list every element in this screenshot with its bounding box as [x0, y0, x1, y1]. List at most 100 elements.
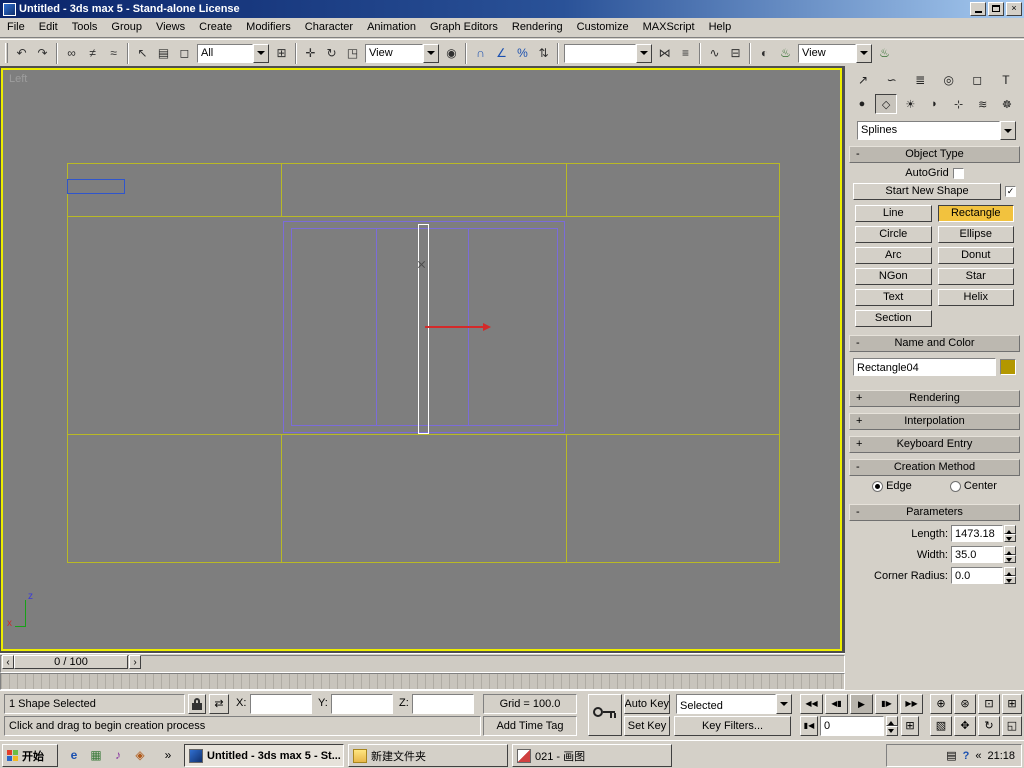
selection-region-icon[interactable]: ◻: [174, 43, 195, 64]
select-by-name-icon[interactable]: ▤: [153, 43, 174, 64]
menu-file[interactable]: File: [0, 18, 32, 37]
edge-radio[interactable]: [872, 481, 883, 492]
minimize-button[interactable]: [970, 2, 986, 16]
set-key-toggle-button[interactable]: [588, 694, 622, 736]
arc-button[interactable]: Arc: [855, 247, 932, 264]
select-and-link-icon[interactable]: ∞: [61, 43, 82, 64]
center-radio[interactable]: [950, 481, 961, 492]
menu-views[interactable]: Views: [149, 18, 192, 37]
task-3dsmax[interactable]: Untitled - 3ds max 5 - St...: [184, 744, 344, 767]
tab-motion-icon[interactable]: ◎: [937, 69, 961, 91]
task-paint[interactable]: 021 - 画图: [512, 744, 672, 767]
shape-category-value[interactable]: Splines: [857, 121, 1000, 140]
time-slider-prev-button[interactable]: ‹: [2, 655, 14, 669]
dropdown-arrow-icon[interactable]: [253, 44, 269, 63]
auto-key-button[interactable]: Auto Key: [624, 694, 670, 714]
menu-character[interactable]: Character: [298, 18, 360, 37]
tab-create-icon[interactable]: ↗: [851, 69, 875, 91]
zoom-extents-icon[interactable]: ⊡: [978, 694, 1000, 714]
task-folder[interactable]: 新建文件夹: [348, 744, 508, 767]
help-tray-icon[interactable]: ?: [963, 750, 970, 762]
rollout-object-type[interactable]: - Object Type: [849, 146, 1020, 163]
scene-line-vertical[interactable]: [566, 163, 567, 216]
scene-line-vertical[interactable]: [281, 434, 282, 563]
selected-rectangle04[interactable]: [418, 224, 429, 434]
quick-launch-overflow-chevron[interactable]: »: [158, 744, 178, 766]
line-button[interactable]: Line: [855, 205, 932, 222]
scene-line-horizontal-top[interactable]: [67, 216, 780, 217]
render-type-dropdown[interactable]: View: [798, 44, 872, 63]
shape-category-dropdown[interactable]: Splines: [857, 121, 1016, 140]
menu-animation[interactable]: Animation: [360, 18, 423, 37]
category-shapes-icon[interactable]: ◇: [875, 94, 897, 114]
align-icon[interactable]: ≡: [675, 43, 696, 64]
redo-button[interactable]: ↷: [32, 43, 53, 64]
key-mode-toggle-icon[interactable]: ⊞: [901, 716, 919, 736]
zoom-all-icon[interactable]: ⊛: [954, 694, 976, 714]
select-and-scale-icon[interactable]: ◳: [342, 43, 363, 64]
toolbar-grip[interactable]: [5, 43, 8, 63]
frame-spinner[interactable]: [886, 716, 898, 736]
track-view-icon[interactable]: ∿: [704, 43, 725, 64]
autogrid-checkbox[interactable]: [953, 168, 964, 179]
spinner-snap-icon[interactable]: ⇅: [533, 43, 554, 64]
dropdown-arrow-icon[interactable]: [776, 694, 792, 714]
angle-snap-icon[interactable]: ∠: [491, 43, 512, 64]
snap-toggle-icon[interactable]: ∩: [470, 43, 491, 64]
add-time-tag[interactable]: Add Time Tag: [483, 716, 577, 736]
donut-button[interactable]: Donut: [938, 247, 1015, 264]
star-button[interactable]: Star: [938, 268, 1015, 285]
absolute-offset-mode-button[interactable]: ⇄: [209, 694, 229, 714]
quick-launch-media-icon[interactable]: ♪: [108, 744, 128, 766]
set-key-button[interactable]: Set Key: [624, 716, 670, 736]
go-to-end-button[interactable]: ▶▶: [900, 694, 923, 714]
select-and-move-icon[interactable]: ✛: [300, 43, 321, 64]
viewport-left[interactable]: Left: [1, 68, 842, 651]
play-button[interactable]: ▶: [850, 694, 873, 714]
menu-create[interactable]: Create: [192, 18, 239, 37]
use-pivot-center-icon[interactable]: ◉: [441, 43, 462, 64]
rollout-parameters[interactable]: - Parameters: [849, 504, 1020, 521]
length-spinner[interactable]: [1004, 525, 1016, 542]
menu-graph-editors[interactable]: Graph Editors: [423, 18, 505, 37]
object-name-input[interactable]: Rectangle04: [853, 358, 996, 376]
menu-customize[interactable]: Customize: [570, 18, 636, 37]
circle-button[interactable]: Circle: [855, 226, 932, 243]
dropdown-arrow-icon[interactable]: [1000, 121, 1016, 140]
quick-launch-desktop-icon[interactable]: ▦: [86, 744, 106, 766]
section-button[interactable]: Section: [855, 310, 932, 327]
tab-modify-icon[interactable]: ∽: [880, 69, 904, 91]
selection-filter-value[interactable]: All: [197, 44, 253, 63]
category-geometry-icon[interactable]: ●: [851, 94, 873, 114]
unlink-selection-icon[interactable]: ≠: [82, 43, 103, 64]
undo-button[interactable]: ↶: [11, 43, 32, 64]
text-button[interactable]: Text: [855, 289, 932, 306]
go-to-start-button[interactable]: ◀◀: [800, 694, 823, 714]
render-scene-icon[interactable]: ♨: [775, 43, 796, 64]
key-filters-button[interactable]: Key Filters...: [674, 716, 791, 736]
zoom-icon[interactable]: ⊕: [930, 694, 952, 714]
menu-group[interactable]: Group: [104, 18, 149, 37]
category-helpers-icon[interactable]: ⊹: [948, 94, 970, 114]
named-selection-sets-dropdown[interactable]: [564, 44, 652, 63]
next-frame-button[interactable]: ▮▶: [875, 694, 898, 714]
selection-lock-button[interactable]: [188, 694, 206, 714]
ellipse-button[interactable]: Ellipse: [938, 226, 1015, 243]
scene-line-horizontal-bottom[interactable]: [67, 434, 780, 435]
width-input[interactable]: 35.0: [951, 546, 1003, 563]
category-space-warps-icon[interactable]: ≋: [972, 94, 994, 114]
key-mode-dropdown[interactable]: Selected: [676, 694, 792, 714]
dropdown-arrow-icon[interactable]: [636, 44, 652, 63]
current-frame-field[interactable]: 0: [820, 716, 884, 736]
tray-collapse-chevron[interactable]: «: [975, 750, 981, 762]
window-crossing-icon[interactable]: ⊞: [271, 43, 292, 64]
center-radio-option[interactable]: Center: [950, 480, 997, 492]
tab-utilities-icon[interactable]: T: [994, 69, 1018, 91]
mirror-icon[interactable]: ⋈: [654, 43, 675, 64]
select-and-rotate-icon[interactable]: ↻: [321, 43, 342, 64]
corner-radius-input[interactable]: 0.0: [951, 567, 1003, 584]
x-coordinate-field[interactable]: [250, 694, 312, 714]
time-slider-handle[interactable]: 0 / 100: [14, 655, 128, 669]
object-color-swatch[interactable]: [1000, 359, 1016, 375]
menu-tools[interactable]: Tools: [65, 18, 105, 37]
